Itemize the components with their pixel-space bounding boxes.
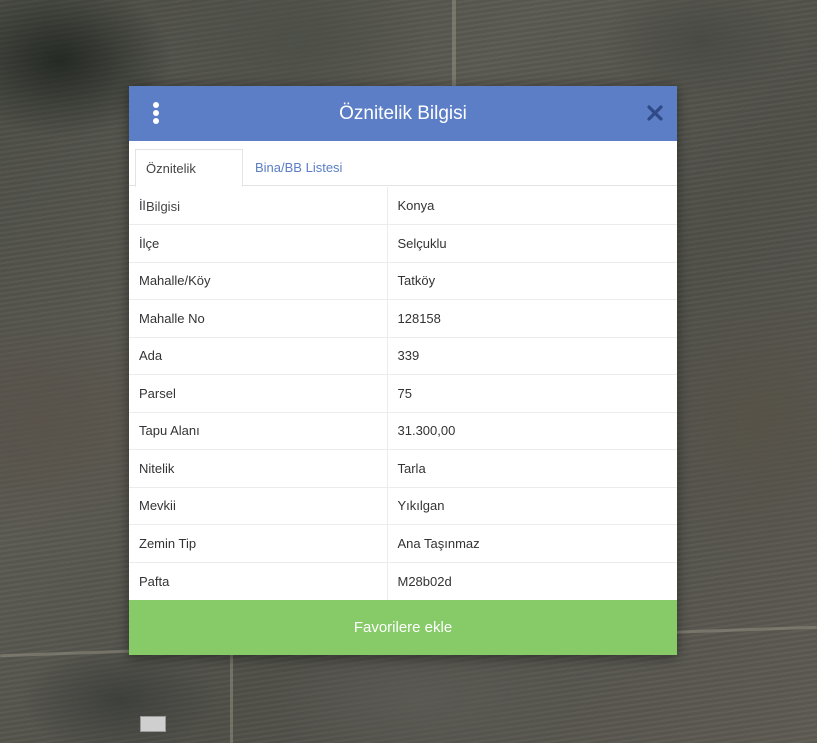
vertical-dots-icon[interactable] xyxy=(149,102,163,124)
table-row: Mahalle No 128158 xyxy=(129,299,677,338)
attribute-key: İlçe xyxy=(129,224,387,263)
table-row: Pafta M28b02d xyxy=(129,562,677,600)
table-row: Tapu Alanı 31.300,00 xyxy=(129,412,677,450)
attribute-value: Yıkılgan xyxy=(386,487,677,525)
attribute-key: Parsel xyxy=(129,374,387,413)
attribute-key: Tapu Alanı xyxy=(129,412,387,450)
attribute-key: Mahalle/Köy xyxy=(129,262,387,300)
table-row: İl Konya xyxy=(129,187,677,225)
table-row: İlçe Selçuklu xyxy=(129,224,677,263)
close-icon[interactable] xyxy=(645,103,665,123)
attribute-key: Mahalle No xyxy=(129,299,387,338)
attribute-key: Ada xyxy=(129,337,387,375)
tab-attribute-info[interactable]: Öznitelik Bilgisi xyxy=(135,149,243,214)
attribute-key: İl xyxy=(129,187,387,225)
table-row: Ada 339 xyxy=(129,337,677,375)
table-row: Zemin Tip Ana Taşınmaz xyxy=(129,524,677,563)
tab-bar: Öznitelik Bilgisi Bina/BB Listesi xyxy=(129,141,677,214)
attribute-value: M28b02d xyxy=(386,562,677,600)
attribute-value: Tarla xyxy=(386,449,677,488)
attribute-key: Mevkii xyxy=(129,487,387,525)
attribute-value: 75 xyxy=(386,374,677,413)
attribute-value: Selçuklu xyxy=(386,224,677,263)
attribute-value: Konya xyxy=(386,187,677,225)
dialog-header: Öznitelik Bilgisi xyxy=(129,86,677,141)
map-road xyxy=(452,0,456,86)
tab-building-list[interactable]: Bina/BB Listesi xyxy=(245,149,352,187)
attribute-value: 128158 xyxy=(386,299,677,338)
attribute-key: Nitelik xyxy=(129,449,387,488)
dialog-title: Öznitelik Bilgisi xyxy=(339,103,467,124)
attribute-key: Zemin Tip xyxy=(129,524,387,563)
table-row: Mevkii Yıkılgan xyxy=(129,487,677,525)
table-row: Nitelik Tarla xyxy=(129,449,677,488)
attribute-value: Ana Taşınmaz xyxy=(386,524,677,563)
attribute-table: İl Konya İlçe Selçuklu Mahalle/Köy Tatkö… xyxy=(129,187,677,600)
table-row: Parsel 75 xyxy=(129,374,677,413)
table-row: Mahalle/Köy Tatköy xyxy=(129,262,677,300)
attribute-info-dialog: Öznitelik Bilgisi Öznitelik Bilgisi Bina… xyxy=(129,86,677,655)
attribute-key: Pafta xyxy=(139,573,170,589)
attribute-value: 31.300,00 xyxy=(386,412,677,450)
attribute-value: Tatköy xyxy=(386,262,677,300)
attribute-value: 339 xyxy=(386,337,677,375)
map-road xyxy=(230,655,233,743)
add-to-favorites-button[interactable]: Favorilere ekle xyxy=(129,600,677,655)
map-building xyxy=(140,716,166,732)
